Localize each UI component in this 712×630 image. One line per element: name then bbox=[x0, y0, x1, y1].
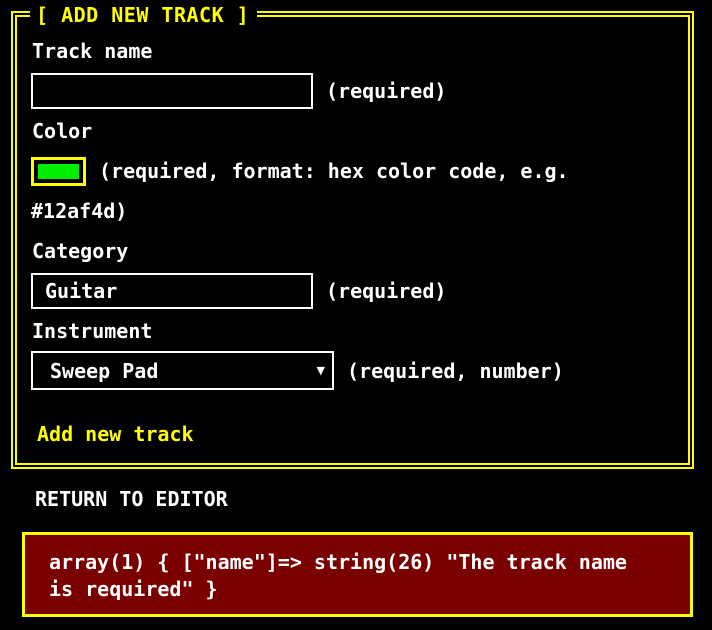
color-hint-continued: #12af4d) bbox=[31, 199, 128, 223]
color-picker[interactable] bbox=[31, 157, 86, 186]
track-name-input[interactable] bbox=[31, 73, 313, 109]
instrument-select[interactable]: Sweep Pad ▼ bbox=[31, 351, 334, 390]
add-track-button[interactable]: Add new track bbox=[37, 422, 194, 446]
track-name-label: Track name bbox=[32, 39, 153, 63]
track-name-hint: (required) bbox=[326, 79, 447, 103]
error-message: array(1) { ["name"]=> string(26) "The tr… bbox=[49, 550, 627, 601]
error-message-box: array(1) { ["name"]=> string(26) "The tr… bbox=[22, 532, 693, 617]
instrument-hint: (required, number) bbox=[347, 359, 564, 383]
return-to-editor-link[interactable]: RETURN TO EDITOR bbox=[35, 487, 228, 511]
category-label: Category bbox=[32, 239, 129, 263]
instrument-selected-value: Sweep Pad bbox=[50, 359, 159, 383]
instrument-label: Instrument bbox=[32, 319, 153, 343]
category-input[interactable] bbox=[31, 273, 313, 309]
category-hint: (required) bbox=[326, 279, 447, 303]
color-swatch bbox=[38, 164, 79, 179]
color-label: Color bbox=[32, 119, 93, 143]
form-legend: [ ADD NEW TRACK ] bbox=[30, 3, 258, 27]
color-hint: (required, format: hex color code, e.g. bbox=[99, 159, 569, 183]
chevron-down-icon: ▼ bbox=[316, 364, 325, 377]
